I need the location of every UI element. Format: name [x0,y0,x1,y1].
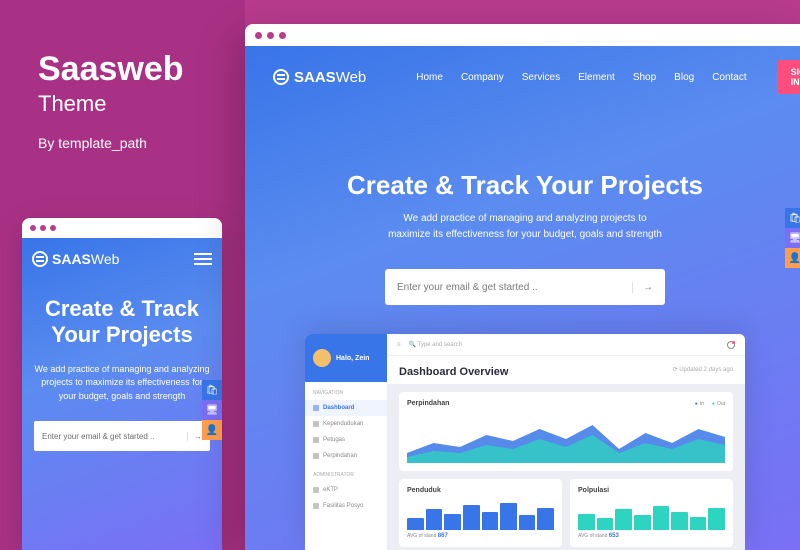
bag-icon[interactable]: 🛍 [202,380,222,400]
submit-arrow[interactable]: → [632,282,653,293]
theme-title-block: Saasweb Theme By template_path [38,50,184,151]
desktop-subhead: We add practice of managing and analyzin… [245,211,800,243]
nav-company[interactable]: Company [461,72,504,83]
desktop-logo[interactable]: SAASWeb [273,69,366,86]
mobile-floating-icons: 🛍 🖥 👤 [202,380,222,440]
bar-chart [407,500,554,530]
nav-home[interactable]: Home [416,72,443,83]
dashboard-topbar: ≡ 🔍 Type and search [387,334,745,356]
avatar [313,349,331,367]
mobile-email-placeholder: Enter your email & get started .. [42,432,155,441]
desktop-window-dots [245,24,800,46]
profile-block[interactable]: Halo, Zein [305,334,387,382]
nav-element[interactable]: Element [578,72,615,83]
sidebar-item[interactable]: Perpindahan [305,448,387,464]
user-icon[interactable]: 👤 [202,420,222,440]
sidebar-item[interactable]: Petugas [305,432,387,448]
mobile-email-input[interactable]: Enter your email & get started .. → [34,421,210,451]
card-perpindahan: Perpindahan InOut [399,392,733,471]
card-title: Polpulasi [578,487,609,494]
sidebar-section: NAVIGATION [305,382,387,400]
sidebar-section: ADMINISTRATOR [305,464,387,482]
sidebar-item[interactable]: eKTP [305,482,387,498]
sidebar-item[interactable]: Kependudukan [305,416,387,432]
bar-chart [578,500,725,530]
card-title: Penduduk [407,487,441,494]
dashboard-title: Dashboard Overview [399,366,508,378]
email-placeholder: Enter your email & get started .. [397,282,538,293]
nav-shop[interactable]: Shop [633,72,656,83]
area-chart [407,413,725,463]
signin-button[interactable]: SIGN IN [777,60,800,94]
hamburger-icon[interactable] [194,250,212,268]
nav-contact[interactable]: Contact [712,72,746,83]
profile-name: Halo, Zein [336,355,369,362]
theme-type: Theme [38,91,184,117]
monitor-icon[interactable]: 🖥 [785,228,800,248]
card-polpulasi: Polpulasi AVG of stand 653 [570,479,733,547]
desktop-headline: Create & Track Your Projects [245,170,800,201]
mobile-logo[interactable]: SAASWeb [32,251,119,267]
desktop-floating-icons: 🛍 🖥 👤 [785,208,800,268]
card-penduduk: Penduduk AVG of stand 867 [399,479,562,547]
email-input[interactable]: Enter your email & get started .. → [385,269,665,305]
nav-links: Home Company Services Element Shop Blog … [416,72,746,83]
mobile-submit-arrow[interactable]: → [187,432,202,441]
dashboard-sidebar: Halo, Zein NAVIGATION Dashboard Kependud… [305,334,387,550]
desktop-preview: SAASWeb Home Company Services Element Sh… [245,24,800,550]
logo-icon [32,251,48,267]
dashboard-search[interactable]: 🔍 Type and search [409,341,719,348]
mobile-subhead: We add practice of managing and analyzin… [32,363,212,404]
card-title: Perpindahan [407,400,449,407]
bell-icon[interactable] [727,341,735,349]
mobile-window-dots [22,218,222,238]
user-icon[interactable]: 👤 [785,248,800,268]
sidebar-item-dashboard[interactable]: Dashboard [305,400,387,416]
nav-services[interactable]: Services [522,72,560,83]
mobile-headline: Create & Track Your Projects [32,296,212,349]
monitor-icon[interactable]: 🖥 [202,400,222,420]
nav-blog[interactable]: Blog [674,72,694,83]
mobile-preview: SAASWeb Create & Track Your Projects We … [22,218,222,550]
bag-icon[interactable]: 🛍 [785,208,800,228]
theme-author: By template_path [38,135,184,151]
dashboard-mockup: Halo, Zein NAVIGATION Dashboard Kependud… [305,334,745,550]
dashboard-updated: ⟳ Updated 2 days ago [673,366,733,378]
theme-name: Saasweb [38,50,184,89]
sidebar-item[interactable]: Fasilitas Posyo [305,498,387,514]
logo-icon [273,69,289,85]
